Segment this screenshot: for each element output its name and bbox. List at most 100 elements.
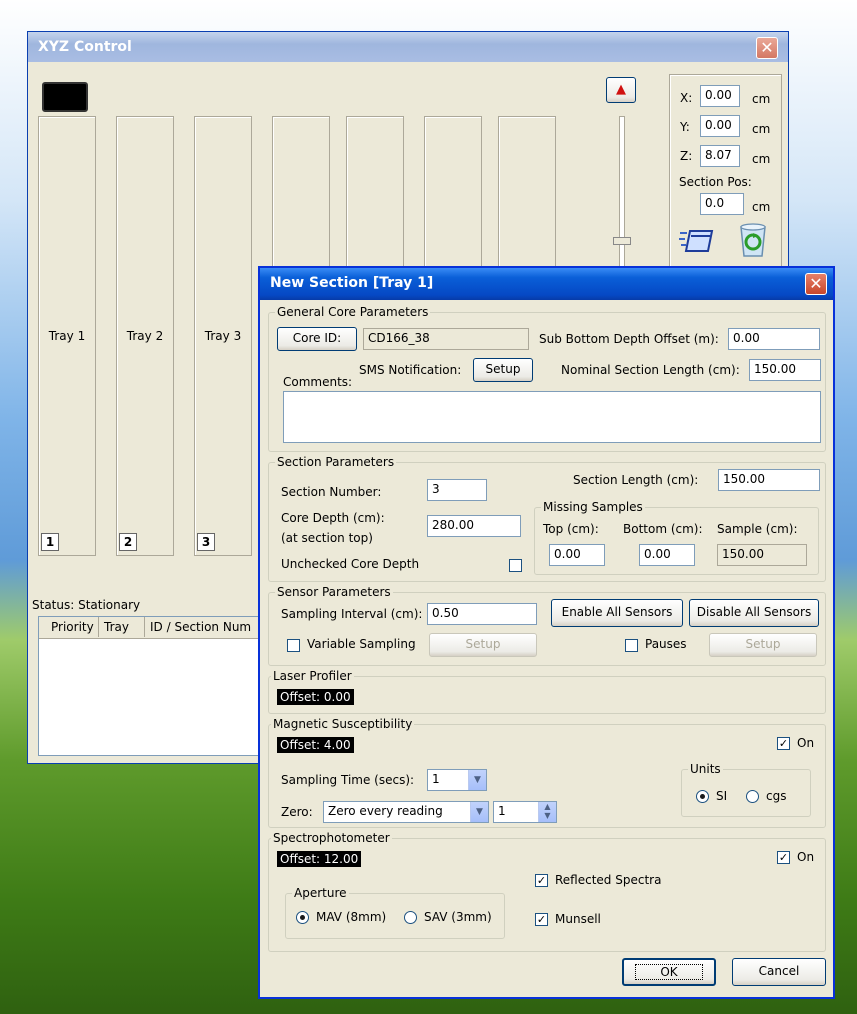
sbd-offset-field[interactable]: 0.00 <box>728 328 820 350</box>
tray-slot[interactable]: Tray 3 3 <box>194 116 252 556</box>
reflected-spectra-label: Reflected Spectra <box>555 873 662 887</box>
unchecked-core-depth-label: Unchecked Core Depth <box>281 557 420 571</box>
zero-count-spinner[interactable]: 1 ▲ ▼ <box>493 801 557 823</box>
variable-sampling-checkbox[interactable] <box>287 639 300 652</box>
tray-label: Tray 2 <box>126 329 164 343</box>
comments-label: Comments: <box>283 375 353 389</box>
xyz-titlebar[interactable]: XYZ Control <box>28 32 788 62</box>
laser-profiler-group: Laser Profiler Offset: 0.00 <box>268 669 826 714</box>
sensor-params-title: Sensor Parameters <box>275 585 393 599</box>
ok-label: OK <box>635 964 703 980</box>
missing-top-label: Top (cm): <box>543 522 599 536</box>
z-field[interactable]: 8.07 <box>700 145 740 167</box>
section-params-title: Section Parameters <box>275 455 397 469</box>
units-group: Units SI cgs <box>681 762 811 817</box>
si-radio[interactable] <box>696 790 709 803</box>
cgs-radio[interactable] <box>746 790 759 803</box>
general-core-group: General Core Parameters Core ID: CD166_3… <box>268 305 826 452</box>
units-title: Units <box>688 762 723 776</box>
tray-slot[interactable]: Tray 2 2 <box>116 116 174 556</box>
core-id-field: CD166_38 <box>363 328 529 350</box>
close-icon: ✕ <box>809 274 823 293</box>
tray-label: Tray 1 <box>48 329 86 343</box>
col-priority[interactable]: Priority <box>39 617 99 637</box>
missing-sample-field: 150.00 <box>717 544 807 566</box>
section-pos-label: Section Pos: <box>679 175 752 189</box>
up-arrow-icon: ▲ <box>616 82 626 97</box>
zero-count-value: 1 <box>498 804 506 818</box>
z-unit: cm <box>752 152 771 166</box>
spinner-updown-icon[interactable]: ▲ ▼ <box>538 802 556 822</box>
variable-sampling-setup-button: Setup <box>429 633 537 657</box>
magsus-on-checkbox[interactable]: ✓ <box>777 737 790 750</box>
status-text: Status: Stationary <box>32 598 141 612</box>
close-icon: ✕ <box>760 38 774 57</box>
magsus-title: Magnetic Susceptibility <box>271 717 415 731</box>
core-id-button[interactable]: Core ID: <box>277 327 357 351</box>
spectro-title: Spectrophotometer <box>271 831 392 845</box>
dialog-titlebar[interactable]: New Section [Tray 1] <box>260 268 833 300</box>
section-length-label: Section Length (cm): <box>573 473 699 487</box>
section-number-field[interactable]: 3 <box>427 479 487 501</box>
missing-bottom-field[interactable]: 0.00 <box>639 544 695 566</box>
enable-all-sensors-button[interactable]: Enable All Sensors <box>551 599 683 627</box>
move-up-button[interactable]: ▲ <box>606 77 636 103</box>
laser-profiler-title: Laser Profiler <box>271 669 354 683</box>
sav-radio[interactable] <box>404 911 417 924</box>
y-label: Y: <box>680 120 690 134</box>
missing-samples-title: Missing Samples <box>541 500 645 514</box>
reflected-spectra-checkbox[interactable]: ✓ <box>535 874 548 887</box>
aperture-group: Aperture MAV (8mm) SAV (3mm) <box>285 886 505 939</box>
mav-radio[interactable] <box>296 911 309 924</box>
z-slider-track[interactable] <box>619 116 625 276</box>
spectro-on-label: On <box>797 850 815 864</box>
sampling-time-select[interactable]: 1 ▼ <box>427 769 487 791</box>
tray-number: 1 <box>41 533 59 551</box>
chevron-down-icon[interactable]: ▼ <box>470 802 488 822</box>
sms-setup-button[interactable]: Setup <box>473 358 533 382</box>
magsus-on-label: On <box>797 736 815 750</box>
pauses-checkbox[interactable] <box>625 639 638 652</box>
chevron-down-icon[interactable]: ▼ <box>468 770 486 790</box>
sampling-interval-label: Sampling Interval (cm): <box>281 607 423 621</box>
x-unit: cm <box>752 92 771 106</box>
magsus-group: Magnetic Susceptibility Offset: 4.00 ✓ O… <box>268 717 826 828</box>
pauses-label: Pauses <box>645 637 687 651</box>
col-tray[interactable]: Tray <box>99 617 145 637</box>
spectro-on-checkbox[interactable]: ✓ <box>777 851 790 864</box>
dialog-close-button[interactable]: ✕ <box>805 273 827 295</box>
x-field[interactable]: 0.00 <box>700 85 740 107</box>
zero-label: Zero: <box>281 805 313 819</box>
z-slider-thumb[interactable] <box>613 237 631 245</box>
y-field[interactable]: 0.00 <box>700 115 740 137</box>
recycle-bin-icon[interactable] <box>736 221 770 259</box>
zero-mode-select[interactable]: Zero every reading ▼ <box>323 801 489 823</box>
munsell-label: Munsell <box>555 912 601 926</box>
xyz-close-button[interactable]: ✕ <box>756 37 778 59</box>
position-indicator-icon <box>42 82 88 112</box>
ok-button[interactable]: OK <box>622 958 716 986</box>
missing-top-field[interactable]: 0.00 <box>549 544 605 566</box>
tray-window-icon[interactable] <box>678 227 714 255</box>
munsell-checkbox[interactable]: ✓ <box>535 913 548 926</box>
tray-slot[interactable]: Tray 1 1 <box>38 116 96 556</box>
missing-bottom-label: Bottom (cm): <box>623 522 703 536</box>
pauses-setup-button: Setup <box>709 633 817 657</box>
section-pos-field[interactable]: 0.0 <box>700 193 744 215</box>
sampling-interval-field[interactable]: 0.50 <box>427 603 537 625</box>
aperture-title: Aperture <box>292 886 349 900</box>
nominal-length-label: Nominal Section Length (cm): <box>561 363 740 377</box>
spectro-group: Spectrophotometer Offset: 12.00 ✓ On Ape… <box>268 831 826 952</box>
nominal-length-field[interactable]: 150.00 <box>749 359 821 381</box>
unchecked-core-depth-checkbox[interactable] <box>509 559 522 572</box>
tray-number: 3 <box>197 533 215 551</box>
sms-label: SMS Notification: <box>359 363 462 377</box>
disable-all-sensors-button[interactable]: Disable All Sensors <box>689 599 819 627</box>
core-depth-field[interactable]: 280.00 <box>427 515 521 537</box>
cancel-button[interactable]: Cancel <box>732 958 826 986</box>
section-length-field[interactable]: 150.00 <box>718 469 820 491</box>
magsus-offset: Offset: 4.00 <box>277 737 354 753</box>
laser-offset: Offset: 0.00 <box>277 689 354 705</box>
sampling-time-value: 1 <box>432 772 440 786</box>
comments-textarea[interactable] <box>283 391 821 443</box>
